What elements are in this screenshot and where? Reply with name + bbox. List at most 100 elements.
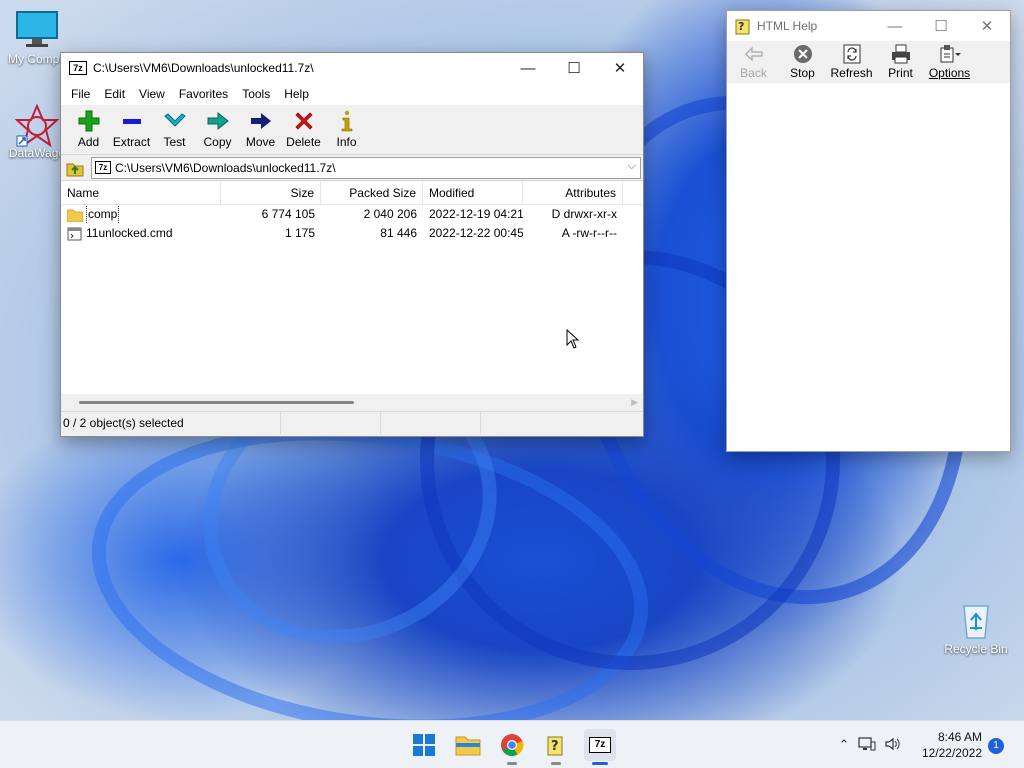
selection-status: 0 / 2 object(s) selected [61,411,281,434]
taskbar-file-explorer[interactable] [452,729,484,761]
refresh-icon [827,43,876,65]
delete-button[interactable]: Delete [282,109,325,149]
row-name-cell: comp [61,205,221,224]
menu-edit[interactable]: Edit [97,87,132,101]
list-header: Name Size Packed Size Modified Attribute… [61,181,643,205]
chevron-up-icon[interactable]: ⌃ [836,737,852,753]
tool-label: Copy [203,135,232,149]
path-combobox[interactable]: 7z C:\Users\VM6\Downloads\unlocked11.7z\… [91,156,641,179]
taskbar-chrome[interactable] [496,729,528,765]
help-toolbar: Back Stop Refresh Print Options [727,41,1010,83]
extract-button[interactable]: Extract [110,109,153,149]
move-button[interactable]: Move [239,109,282,149]
column-name[interactable]: Name [61,181,221,205]
file-list[interactable]: Name Size Packed Size Modified Attribute… [61,181,643,411]
minimize-button[interactable]: — [505,53,551,83]
close-button[interactable]: ✕ [597,53,643,83]
clock-time: 8:46 AM [937,730,982,744]
row-attributes: A -rw-r--r-- [561,226,617,240]
window-title: C:\Users\VM6\Downloads\unlocked11.7z\ [93,61,314,75]
desktop-icon-recycle-bin[interactable]: Recycle Bin [940,600,1012,656]
back-arrow-icon [729,43,778,65]
taskbar-html-help[interactable]: ? [540,729,572,765]
menu-view[interactable]: View [132,87,172,101]
back-button[interactable]: Back [729,41,778,83]
maximize-button[interactable]: ☐ [918,11,964,41]
stop-icon [778,43,827,65]
maximize-button[interactable]: ☐ [551,53,597,83]
table-row[interactable]: comp 6 774 105 2 040 206 2022-12-19 04:2… [61,205,643,224]
copy-button[interactable]: Copy [196,109,239,149]
scroll-right-icon[interactable]: ▶ [631,397,638,408]
tool-label: Refresh [830,66,873,80]
menu-favorites[interactable]: Favorites [172,87,235,101]
close-button[interactable]: ✕ [964,11,1010,41]
column-attributes[interactable]: Attributes [523,181,623,205]
active-indicator [592,762,608,765]
printer-icon [876,43,925,65]
svg-text:?: ? [738,20,744,33]
chrome-icon [501,734,524,756]
extract-icon [110,109,153,133]
chevron-down-icon[interactable]: ⌵ [628,160,636,173]
tool-label: Add [77,135,100,149]
7zip-app-icon: 7z [589,737,611,753]
row-name: comp [86,205,120,224]
path-text: C:\Users\VM6\Downloads\unlocked11.7z\ [115,160,336,175]
help-content-pane[interactable] [727,83,1010,451]
start-button[interactable] [408,729,440,761]
tool-label: Move [245,135,276,149]
volume-icon[interactable] [884,736,906,755]
column-size[interactable]: Size [221,181,321,205]
taskbar-clock[interactable]: 8:46 AM 12/22/2022 [922,729,982,761]
refresh-button[interactable]: Refresh [827,41,876,83]
menu-help[interactable]: Help [277,87,316,101]
archive-icon: 7z [95,161,111,174]
help-titlebar[interactable]: ? HTML Help — ☐ ✕ [727,11,1010,41]
row-size: 6 774 105 [261,207,315,221]
menu-file[interactable]: File [64,87,97,101]
network-icon[interactable] [858,736,884,755]
minimize-button[interactable]: — [872,11,918,41]
system-tray: ⌃ [836,721,906,768]
info-button[interactable]: Info [325,109,368,149]
row-name-cell: 11unlocked.cmd [61,224,221,243]
column-modified[interactable]: Modified [423,181,523,205]
main-toolbar: Add Extract Test Copy Move Delete Info [61,105,643,155]
tool-label: Stop [790,66,815,80]
monitor-icon [15,10,59,50]
test-button[interactable]: Test [153,109,196,149]
tool-label: Back [740,66,767,80]
7zip-titlebar[interactable]: 7z C:\Users\VM6\Downloads\unlocked11.7z\… [61,53,643,83]
options-icon [925,43,974,65]
copy-icon [196,109,239,133]
notification-badge[interactable]: 1 [988,738,1004,754]
row-size: 1 175 [284,226,315,240]
up-folder-icon[interactable] [65,158,85,178]
folder-icon [455,736,481,756]
address-bar: 7z C:\Users\VM6\Downloads\unlocked11.7z\… [61,155,643,181]
datawagon-icon [14,103,60,148]
tool-label: Options [928,66,971,80]
menu-tools[interactable]: Tools [235,87,277,101]
file-icon [67,227,82,240]
tool-label: Info [336,135,357,149]
taskbar: ? 7z ⌃ 8:46 AM 12/22/2022 1 [0,720,1024,768]
html-help-window: ? HTML Help — ☐ ✕ Back Stop Refresh Prin… [726,10,1011,452]
mouse-cursor-icon [566,328,580,349]
row-packed: 2 040 206 [363,207,417,221]
row-modified: 2022-12-22 00:45 [429,226,523,240]
help-icon: ? [547,736,563,756]
print-button[interactable]: Print [876,41,925,83]
row-attributes: D drwxr-xr-x [551,207,617,221]
options-button[interactable]: Options [925,41,974,83]
taskbar-7zip[interactable]: 7z [584,729,616,765]
column-packed-size[interactable]: Packed Size [321,181,423,205]
table-row[interactable]: 11unlocked.cmd 1 175 81 446 2022-12-22 0… [61,224,643,243]
status-bar: 0 / 2 object(s) selected [61,411,643,434]
horizontal-scrollbar[interactable]: ▶ [61,394,643,411]
stop-button[interactable]: Stop [778,41,827,83]
scrollbar-thumb[interactable] [79,401,354,404]
svg-text:?: ? [551,739,559,754]
add-button[interactable]: Add [67,109,110,149]
